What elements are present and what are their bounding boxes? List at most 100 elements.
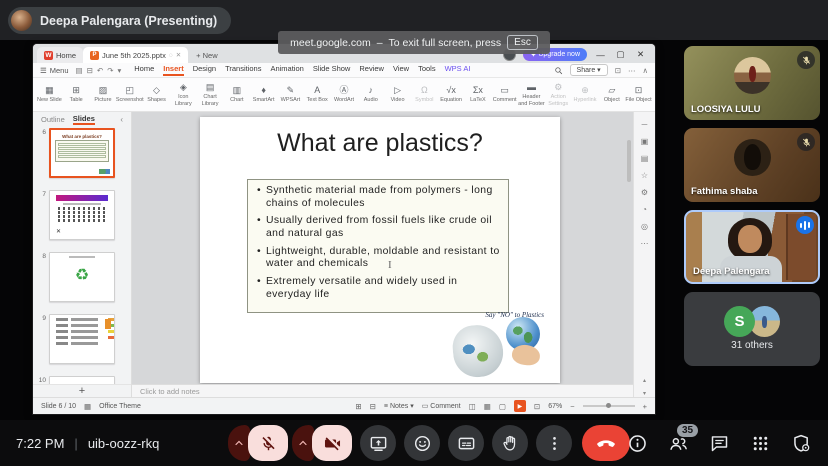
slideshow-play-button[interactable]: ▶ <box>514 400 526 412</box>
menu-tab[interactable]: View <box>393 64 409 76</box>
activities-button[interactable] <box>750 433 771 454</box>
ribbon-button[interactable]: ✎ WPSArt <box>277 85 304 103</box>
rail-tool-icon[interactable]: ☆ <box>641 171 648 180</box>
mic-mute-button[interactable] <box>248 425 288 461</box>
ribbon-button[interactable]: ♦ SmartArt <box>250 85 277 103</box>
tab-slides[interactable]: Slides <box>73 114 95 125</box>
ribbon-button[interactable]: ▦ New Slide <box>36 85 63 103</box>
new-tab-button[interactable]: + New <box>196 51 217 63</box>
quick-access-icon[interactable]: ↶ <box>97 66 103 75</box>
ribbon-button[interactable]: A Text Box <box>304 85 331 103</box>
ribbon-button[interactable]: ♪ Audio <box>357 85 384 103</box>
statusbar-tool-icon[interactable]: ⊞ <box>355 402 361 411</box>
participant-tile-loosiya-lulu[interactable]: LOOSIYA LULU <box>684 46 820 120</box>
ribbon-button[interactable]: ▨ Picture <box>90 85 117 103</box>
quick-access-icon[interactable]: ⊟ <box>87 66 93 75</box>
ribbon-button[interactable]: ◰ Screenshot <box>116 85 143 103</box>
collapse-ribbon-icon[interactable]: ∧ <box>643 66 649 75</box>
comment-button[interactable]: ▭ Comment <box>422 402 461 410</box>
slide-thumbnail-7[interactable]: ✕ <box>49 190 115 240</box>
share-button[interactable]: Share ▾ <box>570 64 608 76</box>
ribbon-button[interactable]: Σx LaTeX <box>465 85 492 103</box>
ribbon-button[interactable]: ◈ Icon Library <box>170 82 197 106</box>
people-panel-button[interactable]: 35 <box>668 433 689 454</box>
slide-title[interactable]: What are plastics? <box>200 129 560 158</box>
quick-access-icon[interactable]: ▾ <box>117 66 121 75</box>
zoom-in-icon[interactable]: + <box>643 402 647 411</box>
captions-button[interactable] <box>448 425 484 461</box>
ribbon-button[interactable]: ◇ Shapes <box>143 85 170 103</box>
tab-outline[interactable]: Outline <box>41 115 65 124</box>
ribbon-button[interactable]: ▷ Video <box>384 85 411 103</box>
raise-hand-button[interactable] <box>492 425 528 461</box>
menu-tab[interactable]: Tools <box>418 64 436 76</box>
ribbon-button[interactable]: ▤ Chart Library <box>197 82 224 106</box>
menu-button[interactable]: ☰ Menu <box>40 66 69 75</box>
rail-tool-icon[interactable]: ─ <box>642 120 648 129</box>
meeting-details-button[interactable] <box>627 433 648 454</box>
camera-off-button[interactable] <box>312 425 352 461</box>
zoom-level[interactable]: 67% <box>548 403 562 410</box>
tab-sync-icon[interactable]: ◌ <box>169 52 173 59</box>
menu-tab[interactable]: Slide Show <box>313 64 351 76</box>
add-slide-button[interactable]: + <box>33 384 131 397</box>
rail-tool-icon[interactable]: ⚙ <box>641 188 648 197</box>
document-tab[interactable]: P June 5th 2025.pptx ◌ ✕ <box>83 47 188 63</box>
restore-button[interactable]: ▢ <box>614 49 627 60</box>
ribbon-button[interactable]: ▱ Object <box>598 85 625 103</box>
canvas-scrollbar[interactable] <box>627 140 631 182</box>
participant-tile-fathima-shaba[interactable]: Fathima shaba <box>684 128 820 202</box>
more-tools-icon[interactable]: ⋯ <box>628 66 636 75</box>
ribbon-button[interactable]: ⊡ File Object <box>625 85 652 103</box>
slide-text-box[interactable]: Synthetic material made from polymers - … <box>247 179 509 313</box>
slide-thumbnail-10[interactable] <box>49 376 115 384</box>
rail-tool-icon[interactable]: ⋯ <box>641 239 649 248</box>
view-normal-icon[interactable]: ◫ <box>469 402 476 411</box>
zoom-out-icon[interactable]: − <box>570 402 574 411</box>
menu-tab[interactable]: Insert <box>163 64 183 76</box>
quick-access-icon[interactable]: ▤ <box>76 66 83 75</box>
menu-tab[interactable]: Review <box>359 64 384 76</box>
more-participants-tile[interactable]: S 31 others <box>684 292 820 366</box>
rail-tool-icon[interactable]: ▤ <box>641 154 649 163</box>
task-pane-icon[interactable]: ⊡ <box>615 66 621 75</box>
view-sorter-icon[interactable]: ▦ <box>484 402 491 411</box>
slide-thumbnail-6-current[interactable]: What are plastics? <box>49 128 115 178</box>
ribbon-button[interactable]: ⚙ Action Settings <box>545 82 572 106</box>
fullscreen-icon[interactable]: ⊡ <box>534 402 540 411</box>
tab-close-icon[interactable]: ✕ <box>176 51 181 59</box>
slide-thumbnail-9[interactable] <box>49 314 115 364</box>
present-screen-button[interactable] <box>360 425 396 461</box>
menu-tab[interactable]: Animation <box>270 64 303 76</box>
ribbon-button[interactable]: Ω Symbol <box>411 85 438 103</box>
more-options-button[interactable] <box>536 425 572 461</box>
menu-tab[interactable]: Design <box>193 64 216 76</box>
previous-slide-icon[interactable]: ▴ <box>643 379 646 384</box>
view-reading-icon[interactable]: ▢ <box>499 402 506 411</box>
search-icon[interactable] <box>554 66 563 75</box>
theme-label[interactable]: Office Theme <box>99 403 141 410</box>
notes-placeholder[interactable]: Click to add notes <box>132 384 633 397</box>
notes-toggle[interactable]: ≡ Notes ▾ <box>384 402 414 410</box>
reactions-button[interactable] <box>404 425 440 461</box>
ribbon-button[interactable]: ▬ Header and Footer <box>518 82 545 106</box>
zoom-slider[interactable] <box>583 405 635 407</box>
slide-canvas[interactable]: What are plastics? Synthetic material ma… <box>200 117 560 383</box>
ribbon-button[interactable]: ⊞ Table <box>63 85 90 103</box>
minimize-button[interactable]: — <box>594 50 607 60</box>
rail-tool-icon[interactable]: ▣ <box>641 137 649 146</box>
participant-tile-deepa-palengara-active[interactable]: Deepa Palengara <box>684 210 820 284</box>
ribbon-button[interactable]: ▥ Chart <box>223 85 250 103</box>
host-controls-button[interactable] <box>791 433 812 454</box>
chat-panel-button[interactable] <box>709 433 730 454</box>
mic-options-chevron[interactable] <box>228 425 250 461</box>
next-slide-icon[interactable]: ▾ <box>643 392 646 397</box>
menu-tab[interactable]: Home <box>134 64 154 76</box>
statusbar-tool-icon[interactable]: ⊟ <box>370 402 376 411</box>
ribbon-button[interactable]: Ⓐ WordArt <box>331 85 358 103</box>
close-button[interactable]: ✕ <box>634 49 647 60</box>
ribbon-button[interactable]: √x Equation <box>438 85 465 103</box>
rail-tool-icon[interactable]: ◔ <box>642 205 647 214</box>
collapse-panel-icon[interactable]: ‹ <box>120 115 123 124</box>
menu-tab[interactable]: WPS AI <box>445 64 471 76</box>
